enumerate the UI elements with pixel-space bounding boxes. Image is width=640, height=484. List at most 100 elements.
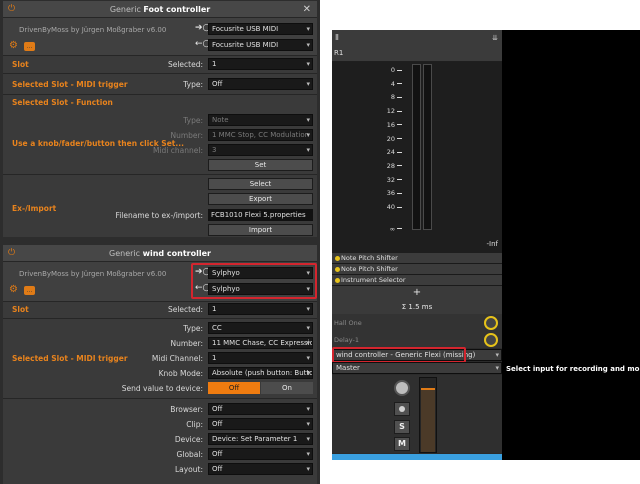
- pan-knob[interactable]: [394, 380, 410, 396]
- power-icon[interactable]: ⏻: [8, 1, 15, 18]
- track-header[interactable]: Ⅱ R1 ⇊: [332, 30, 502, 62]
- db-tick: 12: [362, 107, 402, 115]
- function-heading: Selected Slot - Function: [12, 98, 113, 107]
- midi-channel-select[interactable]: 1: [208, 352, 313, 364]
- title-prefix: Generic: [109, 249, 141, 258]
- gap: [320, 0, 332, 484]
- global-select[interactable]: Off: [208, 448, 313, 460]
- controller-settings: ⏻ Generic Foot controller ✕ ⚙ … DrivenBy…: [0, 0, 320, 484]
- trigger-number-select[interactable]: 11 MMC Chase, CC Expression: [208, 337, 313, 349]
- select-button[interactable]: Select: [208, 178, 313, 190]
- send-1-knob[interactable]: [484, 316, 498, 330]
- close-icon[interactable]: ✕: [303, 1, 311, 18]
- layout-select[interactable]: Off: [208, 463, 313, 475]
- send-value-label: Send value to device:: [121, 384, 203, 393]
- mixer-view: Ⅱ R1 ⇊ 0 4 8 12 16 20 24 28 32 36 40 ∞ -Inf Note Pi…: [332, 0, 640, 484]
- track-color-strip: [332, 454, 502, 460]
- midi-input-select[interactable]: Focusrite USB MIDI: [208, 23, 313, 35]
- midi-channel-select[interactable]: 3: [208, 144, 313, 156]
- sends-area: Hall One Delay-1: [332, 314, 502, 348]
- meter-area: 0 4 8 12 16 20 24 28 32 36 40 ∞ -Inf: [332, 62, 502, 283]
- highlight-box: [191, 263, 317, 299]
- fader-fill: [421, 388, 435, 452]
- device-note-pitch-shifter-1[interactable]: Note Pitch Shifter: [332, 253, 502, 264]
- gear-icon[interactable]: ⚙: [9, 284, 18, 295]
- divider: [3, 318, 317, 319]
- gear-icon[interactable]: ⚙: [9, 40, 18, 51]
- db-tick: 36: [362, 189, 402, 197]
- wind-header: ⚙ … DrivenByMoss by Jürgen Moßgraber v6.…: [3, 262, 317, 301]
- record-arm-dot: [399, 406, 405, 412]
- filename-input[interactable]: FCB1010 Flexi 5.properties: [208, 209, 313, 221]
- send-value-off-toggle[interactable]: Off: [208, 382, 260, 394]
- latency-row: Σ 1.5 ms: [332, 300, 502, 314]
- meter-left: [412, 64, 421, 230]
- input-highlight-box: [332, 347, 466, 363]
- foot-controller-panel: ⏻ Generic Foot controller ✕ ⚙ … DrivenBy…: [3, 1, 317, 237]
- knob-mode-select[interactable]: Absolute (push button: Butto...: [208, 367, 313, 379]
- divider: [3, 301, 317, 302]
- chat-icon[interactable]: …: [24, 286, 35, 295]
- solo-button[interactable]: S: [394, 420, 410, 434]
- selected-label: Selected:: [167, 305, 203, 314]
- number-label: Number:: [170, 131, 203, 140]
- send-1-label: Hall One: [334, 319, 362, 327]
- knob-mode-label: Knob Mode:: [158, 369, 203, 378]
- side-panel: Select input for recording and monitorin…: [502, 30, 640, 460]
- output-select[interactable]: Master: [332, 362, 502, 374]
- send-2-label: Delay-1: [334, 336, 360, 344]
- divider: [3, 73, 317, 74]
- track-strip: Ⅱ R1 ⇊ 0 4 8 12 16 20 24 28 32 36 40 ∞ -Inf Note Pi…: [332, 30, 502, 460]
- db-tick: 0: [362, 66, 402, 74]
- peak-readout: -Inf: [486, 240, 499, 248]
- divider: [3, 398, 317, 399]
- db-tick: ∞: [362, 225, 402, 233]
- device-instrument-selector[interactable]: Instrument Selector: [332, 275, 502, 286]
- divider: [3, 174, 317, 175]
- trigger-type-select[interactable]: CC: [208, 322, 313, 334]
- chat-icon[interactable]: …: [24, 42, 35, 51]
- device-label: Device:: [174, 435, 203, 444]
- db-tick: 4: [362, 80, 402, 88]
- global-label: Global:: [176, 450, 203, 459]
- number-label: Number:: [170, 339, 203, 348]
- send-value-on-toggle[interactable]: On: [261, 382, 313, 394]
- track-menu-icon[interactable]: ⇊: [492, 34, 498, 42]
- midi-channel-label: Midi Channel:: [151, 354, 203, 363]
- device-note-pitch-shifter-2[interactable]: Note Pitch Shifter: [332, 264, 502, 275]
- type-label: Type:: [183, 80, 203, 89]
- title-prefix: Generic: [109, 5, 141, 14]
- send-2-knob[interactable]: [484, 333, 498, 347]
- mute-button[interactable]: M: [394, 437, 410, 451]
- author-label: DrivenByMoss by Jürgen Moßgraber v6.00: [19, 26, 167, 34]
- db-tick: 8: [362, 93, 402, 101]
- function-type-select[interactable]: Note: [208, 114, 313, 126]
- slot-heading: Slot: [12, 305, 29, 314]
- fader-area: S M: [332, 375, 502, 453]
- function-number-select[interactable]: 1 MMC Stop, CC Modulation: [208, 129, 313, 141]
- device-select[interactable]: Device: Set Parameter 1: [208, 433, 313, 445]
- set-button[interactable]: Set: [208, 159, 313, 171]
- filename-label: Filename to ex-/import:: [115, 211, 203, 220]
- foot-header: ⚙ … DrivenByMoss by Jürgen Moßgraber v6.…: [3, 18, 317, 55]
- add-icon[interactable]: +: [413, 287, 421, 298]
- db-tick: 28: [362, 162, 402, 170]
- export-button[interactable]: Export: [208, 193, 313, 205]
- browser-select[interactable]: Off: [208, 403, 313, 415]
- trigger-type-select[interactable]: Off: [208, 78, 313, 90]
- add-device-row[interactable]: +: [332, 286, 502, 300]
- title-name: Foot controller: [143, 5, 211, 14]
- import-button[interactable]: Import: [208, 224, 313, 236]
- power-icon[interactable]: ⏻: [8, 245, 15, 262]
- clip-select[interactable]: Off: [208, 418, 313, 430]
- wind-panel-title: ⏻ Generic wind controller: [3, 245, 317, 262]
- slot-heading: Slot: [12, 60, 29, 69]
- selected-slot-select[interactable]: 1: [208, 58, 313, 70]
- volume-fader[interactable]: [419, 377, 437, 453]
- selected-slot-select[interactable]: 1: [208, 303, 313, 315]
- db-tick: 24: [362, 148, 402, 156]
- author-label: DrivenByMoss by Jürgen Moßgraber v6.00: [19, 270, 167, 278]
- meter-right: [423, 64, 432, 230]
- midi-output-select[interactable]: Focusrite USB MIDI: [208, 39, 313, 51]
- latency-readout: Σ 1.5 ms: [401, 303, 433, 311]
